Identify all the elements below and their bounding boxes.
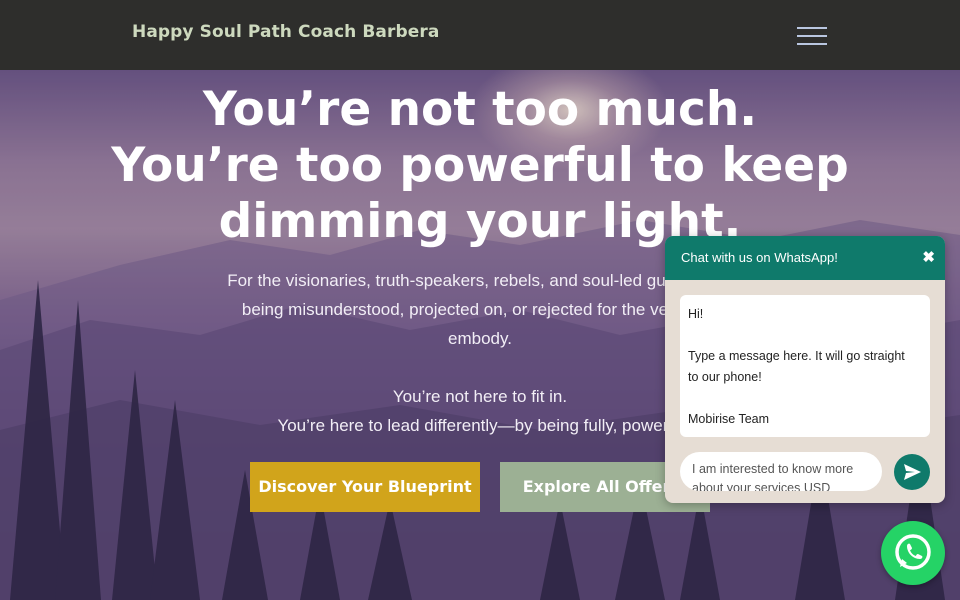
- navbar: Happy Soul Path Coach Barbera: [0, 0, 960, 70]
- hero-headline: You’re not too much. You’re too powerful…: [80, 82, 880, 250]
- message-line: Mobirise Team: [688, 412, 770, 426]
- headline-line: You’re not too much.: [202, 82, 758, 137]
- whatsapp-icon[interactable]: [881, 521, 945, 585]
- message-line: [688, 388, 922, 409]
- chat-header: Chat with us on WhatsApp! ✖: [665, 236, 945, 280]
- message-line: [688, 325, 922, 346]
- send-icon[interactable]: [894, 454, 930, 490]
- whatsapp-chat-widget: Chat with us on WhatsApp! ✖ Hi! Type a m…: [665, 236, 945, 503]
- brand-title[interactable]: Happy Soul Path Coach Barbera: [132, 22, 439, 42]
- headline-line: You’re too powerful to keep: [111, 138, 849, 193]
- hamburger-menu-icon[interactable]: [797, 26, 827, 46]
- message-line: Type a message here. It will go straight: [688, 349, 905, 363]
- discover-blueprint-button[interactable]: Discover Your Blueprint: [250, 462, 480, 512]
- message-line: to our phone!: [688, 370, 762, 384]
- message-line: Hi!: [688, 307, 704, 321]
- chat-message-bubble: Hi! Type a message here. It will go stra…: [680, 295, 930, 437]
- chat-header-title: Chat with us on WhatsApp!: [681, 250, 838, 265]
- chat-message-input[interactable]: [680, 452, 882, 491]
- close-icon[interactable]: ✖: [922, 248, 935, 266]
